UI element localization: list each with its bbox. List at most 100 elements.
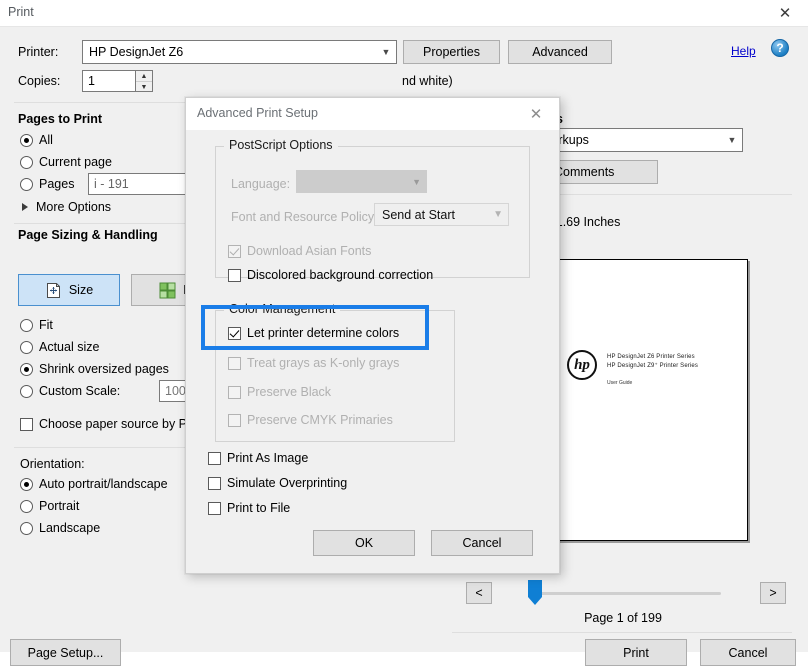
- language-label: Language:: [231, 177, 291, 191]
- stepper-down-icon[interactable]: ▼: [136, 81, 152, 92]
- copies-input[interactable]: 1: [82, 70, 136, 92]
- chevron-down-icon[interactable]: ▼: [722, 129, 742, 151]
- print-button[interactable]: Print: [585, 639, 687, 666]
- print-dialog-window: Print ✕ Printer: HP DesignJet Z6 ▼ Prope…: [0, 0, 808, 666]
- radio-portrait[interactable]: Portrait: [20, 499, 79, 513]
- radio-portrait-label: Portrait: [39, 499, 80, 513]
- color-management-title: Color Management: [224, 302, 341, 316]
- radio-icon[interactable]: [20, 477, 33, 491]
- advanced-button[interactable]: Advanced: [508, 40, 612, 64]
- advanced-print-setup-dialog: Advanced Print Setup ✕ PostScript Option…: [185, 97, 560, 574]
- radio-shrink-oversized-label: Shrink oversized pages: [39, 362, 169, 376]
- radio-icon[interactable]: [20, 133, 33, 147]
- radio-fit[interactable]: Fit: [20, 318, 53, 332]
- font-policy-select-value: Send at Start: [382, 207, 455, 222]
- radio-custom-scale[interactable]: Custom Scale:: [20, 384, 120, 398]
- checkbox-icon[interactable]: [208, 501, 221, 515]
- window-titlebar: Print ✕: [0, 0, 808, 27]
- checkbox-print-to-file-label: Print to File: [227, 501, 291, 515]
- tab-size[interactable]: Size: [18, 274, 120, 306]
- checkbox-icon[interactable]: [228, 326, 241, 340]
- hp-logo-icon: hp: [567, 350, 597, 380]
- checkbox-download-asian-fonts: Download Asian Fonts: [228, 244, 371, 258]
- font-policy-select: Send at Start ▼: [374, 203, 509, 226]
- radio-landscape-label: Landscape: [39, 521, 101, 535]
- page-sizing-title: Page Sizing & Handling: [18, 228, 158, 242]
- checkbox-icon: [228, 356, 241, 370]
- advanced-cancel-button[interactable]: Cancel: [431, 530, 533, 556]
- close-icon[interactable]: ✕: [521, 103, 551, 125]
- radio-icon[interactable]: [20, 318, 33, 332]
- properties-button[interactable]: Properties: [403, 40, 500, 64]
- more-options-label: More Options: [36, 200, 112, 214]
- checkbox-print-as-image-label: Print As Image: [227, 451, 309, 465]
- checkbox-print-as-image[interactable]: Print As Image: [208, 451, 308, 465]
- advanced-dialog-titlebar: Advanced Print Setup ✕: [186, 98, 559, 130]
- page-setup-button[interactable]: Page Setup...: [10, 639, 121, 666]
- radio-landscape[interactable]: Landscape: [20, 521, 100, 535]
- printer-select[interactable]: HP DesignJet Z6 ▼: [82, 40, 397, 64]
- previous-page-button[interactable]: <: [466, 582, 492, 604]
- chevron-right-icon[interactable]: [22, 203, 28, 211]
- radio-actual-size-label: Actual size: [39, 340, 100, 354]
- radio-icon[interactable]: [20, 521, 33, 535]
- checkbox-icon[interactable]: [208, 451, 221, 465]
- preview-doc-subtitle: User Guide: [607, 380, 633, 386]
- radio-auto-orientation[interactable]: Auto portrait/landscape: [20, 477, 168, 491]
- printer-select-value: HP DesignJet Z6: [89, 45, 184, 59]
- chevron-down-icon: ▼: [412, 177, 421, 187]
- checkbox-let-printer-determine-colors[interactable]: Let printer determine colors: [228, 326, 399, 340]
- checkbox-simulate-overprinting-label: Simulate Overprinting: [227, 476, 348, 490]
- checkbox-simulate-overprinting[interactable]: Simulate Overprinting: [208, 476, 347, 490]
- radio-current-page-label: Current page: [39, 155, 112, 169]
- copies-label: Copies:: [18, 74, 61, 88]
- help-link[interactable]: Help: [731, 44, 756, 58]
- print-dialog-body: Printer: HP DesignJet Z6 ▼ Properties Ad…: [0, 27, 808, 666]
- language-select-value: [297, 171, 304, 185]
- page-slider-thumb[interactable]: [528, 580, 542, 605]
- radio-pages-range-label: Pages: [39, 177, 75, 191]
- radio-all-pages[interactable]: All: [20, 133, 53, 147]
- checkbox-icon[interactable]: [228, 268, 241, 282]
- radio-icon[interactable]: [20, 362, 33, 376]
- page-slider-track[interactable]: [528, 592, 721, 595]
- preview-doc-line-1: HP DesignJet Z6 Printer Series: [607, 354, 695, 360]
- more-options-toggle[interactable]: More Options: [22, 200, 111, 214]
- size-icon: [45, 282, 62, 299]
- language-select: ▼: [296, 170, 427, 193]
- pages-range-input[interactable]: i - 191: [88, 173, 193, 195]
- radio-fit-label: Fit: [39, 318, 53, 332]
- chevron-down-icon[interactable]: ▼: [376, 41, 396, 63]
- next-page-button[interactable]: >: [760, 582, 786, 604]
- radio-shrink-oversized[interactable]: Shrink oversized pages: [20, 362, 169, 376]
- checkbox-icon[interactable]: [208, 476, 221, 490]
- stepper-up-icon[interactable]: ▲: [136, 71, 152, 81]
- checkbox-print-to-file[interactable]: Print to File: [208, 501, 290, 515]
- checkbox-icon: [228, 244, 241, 258]
- radio-actual-size[interactable]: Actual size: [20, 340, 99, 354]
- radio-icon[interactable]: [20, 384, 33, 398]
- checkbox-choose-paper-source[interactable]: Choose paper source by PDF: [20, 417, 204, 431]
- radio-all-pages-label: All: [39, 133, 53, 147]
- radio-icon[interactable]: [20, 499, 33, 513]
- advanced-ok-button[interactable]: OK: [313, 530, 415, 556]
- help-icon[interactable]: ?: [771, 39, 789, 57]
- checkbox-preserve-cmyk-primaries: Preserve CMYK Primaries: [228, 413, 393, 427]
- radio-icon[interactable]: [20, 340, 33, 354]
- checkbox-discolored-background[interactable]: Discolored background correction: [228, 268, 433, 282]
- radio-auto-orientation-label: Auto portrait/landscape: [39, 477, 168, 491]
- preview-page: hp HP DesignJet Z6 Printer Series HP Des…: [554, 259, 748, 541]
- checkbox-choose-paper-source-label: Choose paper source by PDF: [39, 417, 204, 431]
- checkbox-icon[interactable]: [20, 417, 33, 431]
- checkbox-icon: [228, 385, 241, 399]
- pages-to-print-title: Pages to Print: [18, 112, 103, 126]
- close-icon[interactable]: ✕: [762, 0, 808, 27]
- chevron-down-icon: ▼: [493, 209, 503, 220]
- copies-stepper[interactable]: ▲ ▼: [136, 70, 153, 92]
- radio-current-page[interactable]: Current page: [20, 155, 112, 169]
- radio-pages-range[interactable]: Pages: [20, 177, 74, 191]
- radio-icon[interactable]: [20, 177, 33, 191]
- checkbox-preserve-cmyk-primaries-label: Preserve CMYK Primaries: [247, 413, 393, 427]
- radio-icon[interactable]: [20, 155, 33, 169]
- cancel-button[interactable]: Cancel: [700, 639, 796, 666]
